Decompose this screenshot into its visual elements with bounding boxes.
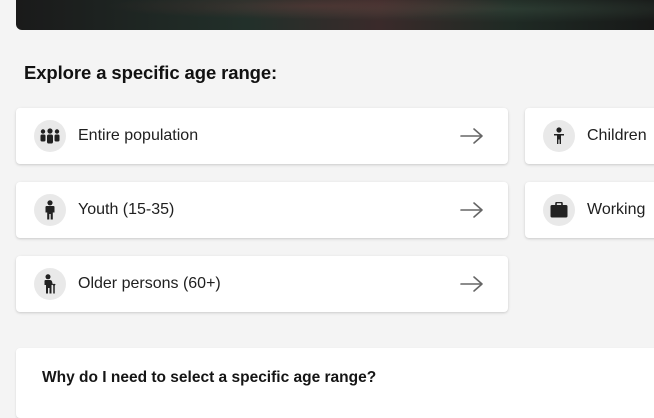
age-range-card-children[interactable]: Children xyxy=(525,108,654,164)
section-heading: Explore a specific age range: xyxy=(24,62,278,83)
age-range-card-older-persons[interactable]: Older persons (60+) xyxy=(16,256,508,312)
card-label: Entire population xyxy=(78,127,199,144)
arrow-right-icon xyxy=(460,202,483,218)
arrow-right-icon xyxy=(460,276,483,292)
hero-banner-image xyxy=(16,0,654,30)
card-label: Youth (15-35) xyxy=(78,201,175,218)
age-range-card-working[interactable]: Working xyxy=(525,182,654,238)
child-icon xyxy=(543,120,575,152)
card-label: Children xyxy=(587,127,647,144)
card-label: Working xyxy=(587,201,646,218)
group-icon xyxy=(34,120,66,152)
card-label: Older persons (60+) xyxy=(78,275,221,292)
age-range-card-youth[interactable]: Youth (15-35) xyxy=(16,182,508,238)
person-icon xyxy=(34,194,66,226)
briefcase-icon xyxy=(543,194,575,226)
elderly-person-icon xyxy=(34,268,66,300)
faq-question: Why do I need to select a specific age r… xyxy=(42,369,377,386)
arrow-right-icon xyxy=(460,128,483,144)
age-range-card-entire-population[interactable]: Entire population xyxy=(16,108,508,164)
